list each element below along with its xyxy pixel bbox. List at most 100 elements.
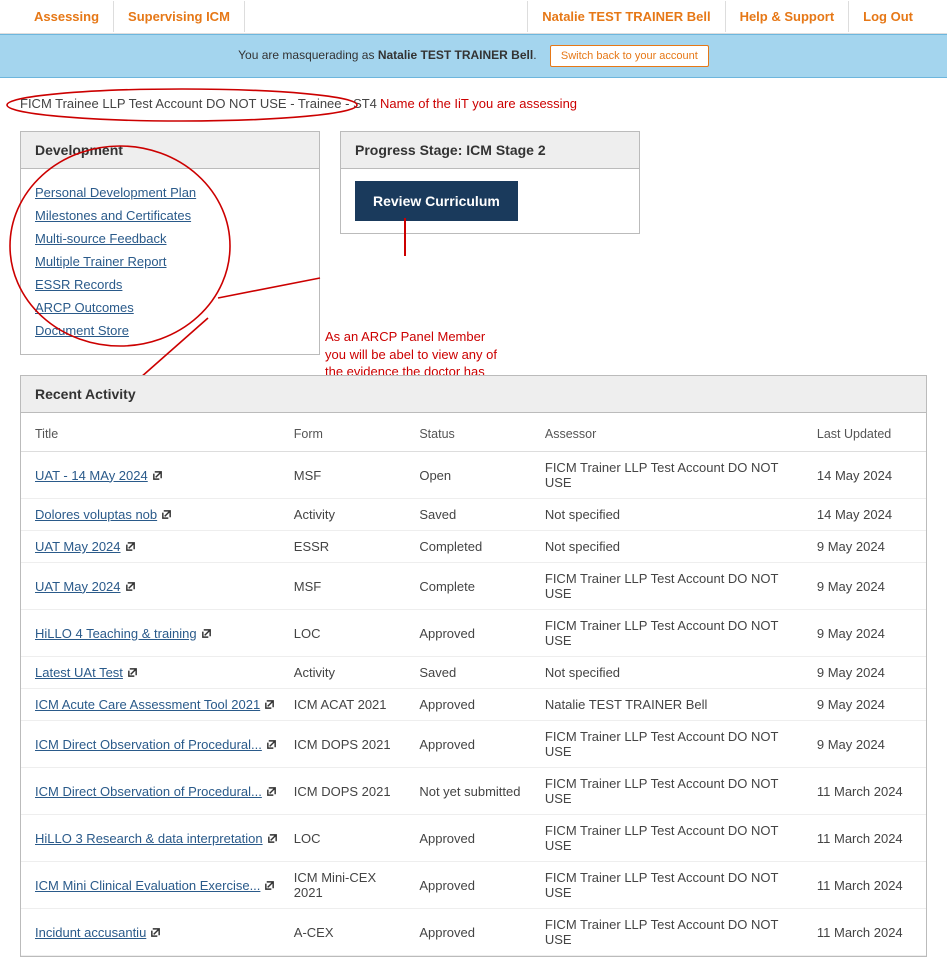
cell-form: Activity xyxy=(288,657,414,689)
activity-link[interactable]: HiLLO 3 Research & data interpretation xyxy=(35,831,263,846)
cell-status: Saved xyxy=(413,499,539,531)
cell-assessor: Natalie TEST TRAINER Bell xyxy=(539,689,811,721)
cell-updated: 9 May 2024 xyxy=(811,721,926,768)
external-link-icon xyxy=(161,509,172,520)
table-row: Latest UAt Test ActivitySavedNot specifie… xyxy=(21,657,926,689)
cell-form: A-CEX xyxy=(288,909,414,956)
dev-link-document-store[interactable]: Document Store xyxy=(35,319,305,342)
external-link-icon xyxy=(201,628,212,639)
switch-back-button[interactable]: Switch back to your account xyxy=(550,45,709,67)
cell-updated: 9 May 2024 xyxy=(811,689,926,721)
activity-link[interactable]: Latest UAt Test xyxy=(35,665,123,680)
table-row: UAT May 2024 ESSRCompletedNot specified9 … xyxy=(21,531,926,563)
activity-link[interactable]: ICM Mini Clinical Evaluation Exercise... xyxy=(35,878,260,893)
table-row: HiLLO 3 Research & data interpretation LO… xyxy=(21,815,926,862)
cell-updated: 9 May 2024 xyxy=(811,610,926,657)
cell-status: Approved xyxy=(413,909,539,956)
nav-link-help-support[interactable]: Help & Support xyxy=(725,1,849,32)
activity-link[interactable]: HiLLO 4 Teaching & training xyxy=(35,626,197,641)
cell-form: MSF xyxy=(288,563,414,610)
table-row: HiLLO 4 Teaching & training LOCApprovedFI… xyxy=(21,610,926,657)
external-link-icon xyxy=(125,541,136,552)
col-form: Form xyxy=(288,413,414,452)
dev-link-milestones-and-certificates[interactable]: Milestones and Certificates xyxy=(35,204,305,227)
nav-link-log-out[interactable]: Log Out xyxy=(848,1,927,32)
table-row: Incidunt accusantiu A-CEXApprovedFICM Tra… xyxy=(21,909,926,956)
cell-status: Open xyxy=(413,452,539,499)
cell-assessor: Not specified xyxy=(539,531,811,563)
cell-assessor: FICM Trainer LLP Test Account DO NOT USE xyxy=(539,768,811,815)
cell-updated: 9 May 2024 xyxy=(811,657,926,689)
nav-link-assessing[interactable]: Assessing xyxy=(20,1,114,32)
cell-assessor: FICM Trainer LLP Test Account DO NOT USE xyxy=(539,721,811,768)
cell-assessor: FICM Trainer LLP Test Account DO NOT USE xyxy=(539,452,811,499)
activity-link[interactable]: UAT - 14 MAy 2024 xyxy=(35,468,148,483)
development-panel: Development Personal Development PlanMil… xyxy=(20,131,320,355)
nav-link-supervising-icm[interactable]: Supervising ICM xyxy=(114,1,245,32)
progress-header: Progress Stage: ICM Stage 2 xyxy=(341,132,639,169)
cell-status: Approved xyxy=(413,610,539,657)
cell-assessor: Not specified xyxy=(539,657,811,689)
cell-form: LOC xyxy=(288,610,414,657)
cell-form: Activity xyxy=(288,499,414,531)
table-row: ICM Acute Care Assessment Tool 2021ICM A… xyxy=(21,689,926,721)
cell-updated: 11 March 2024 xyxy=(811,862,926,909)
col-status: Status xyxy=(413,413,539,452)
activity-link[interactable]: ICM Acute Care Assessment Tool 2021 xyxy=(35,697,260,712)
cell-form: MSF xyxy=(288,452,414,499)
dev-link-personal-development-plan[interactable]: Personal Development Plan xyxy=(35,181,305,204)
activity-link[interactable]: UAT May 2024 xyxy=(35,539,121,554)
activity-link[interactable]: Incidunt accusantiu xyxy=(35,925,146,940)
col-assessor: Assessor xyxy=(539,413,811,452)
recent-activity-header: Recent Activity xyxy=(21,376,926,413)
activity-link[interactable]: ICM Direct Observation of Procedural... xyxy=(35,784,262,799)
cell-status: Approved xyxy=(413,689,539,721)
cell-status: Approved xyxy=(413,721,539,768)
cell-updated: 11 March 2024 xyxy=(811,768,926,815)
external-link-icon xyxy=(150,927,161,938)
masq-name: Natalie TEST TRAINER Bell xyxy=(378,48,533,62)
cell-status: Approved xyxy=(413,862,539,909)
review-curriculum-button[interactable]: Review Curriculum xyxy=(355,181,518,221)
cell-assessor: FICM Trainer LLP Test Account DO NOT USE xyxy=(539,610,811,657)
cell-updated: 11 March 2024 xyxy=(811,909,926,956)
cell-status: Saved xyxy=(413,657,539,689)
external-link-icon xyxy=(267,833,278,844)
dev-link-multi-source-feedback[interactable]: Multi-source Feedback xyxy=(35,227,305,250)
dev-link-multiple-trainer-report[interactable]: Multiple Trainer Report xyxy=(35,250,305,273)
external-link-icon xyxy=(152,470,163,481)
cell-status: Not yet submitted xyxy=(413,768,539,815)
cell-assessor: FICM Trainer LLP Test Account DO NOT USE xyxy=(539,909,811,956)
cell-updated: 9 May 2024 xyxy=(811,563,926,610)
activity-link[interactable]: Dolores voluptas nob xyxy=(35,507,157,522)
external-link-icon xyxy=(266,786,277,797)
table-row: ICM Direct Observation of Procedural... I… xyxy=(21,768,926,815)
annotation-crumb: Name of the IiT you are assessing xyxy=(380,96,577,111)
masq-prefix: You are masquerading as xyxy=(238,48,378,62)
development-header: Development xyxy=(21,132,319,169)
cell-form: ICM Mini-CEX 2021 xyxy=(288,862,414,909)
activity-link[interactable]: UAT May 2024 xyxy=(35,579,121,594)
masq-suffix: . xyxy=(533,48,536,62)
cell-updated: 9 May 2024 xyxy=(811,531,926,563)
nav-link-natalie-test-trainer-bell[interactable]: Natalie TEST TRAINER Bell xyxy=(527,1,724,32)
trainee-breadcrumb: FICM Trainee LLP Test Account DO NOT USE… xyxy=(20,96,377,111)
external-link-icon xyxy=(125,581,136,592)
cell-updated: 14 May 2024 xyxy=(811,499,926,531)
progress-panel: Progress Stage: ICM Stage 2 Review Curri… xyxy=(340,131,640,234)
activity-link[interactable]: ICM Direct Observation of Procedural... xyxy=(35,737,262,752)
table-row: ICM Direct Observation of Procedural...I… xyxy=(21,721,926,768)
dev-link-arcp-outcomes[interactable]: ARCP Outcomes xyxy=(35,296,305,319)
masquerade-bar: You are masquerading as Natalie TEST TRA… xyxy=(0,34,947,78)
dev-link-essr-records[interactable]: ESSR Records xyxy=(35,273,305,296)
recent-activity-table: TitleFormStatusAssessorLast Updated UAT … xyxy=(21,413,926,956)
cell-form: ESSR xyxy=(288,531,414,563)
cell-status: Completed xyxy=(413,531,539,563)
cell-updated: 14 May 2024 xyxy=(811,452,926,499)
col-title: Title xyxy=(21,413,288,452)
table-row: Dolores voluptas nobActivitySavedNot spe… xyxy=(21,499,926,531)
cell-updated: 11 March 2024 xyxy=(811,815,926,862)
cell-form: LOC xyxy=(288,815,414,862)
cell-form: ICM DOPS 2021 xyxy=(288,768,414,815)
recent-activity-panel: Recent Activity TitleFormStatusAssessorL… xyxy=(20,375,927,957)
